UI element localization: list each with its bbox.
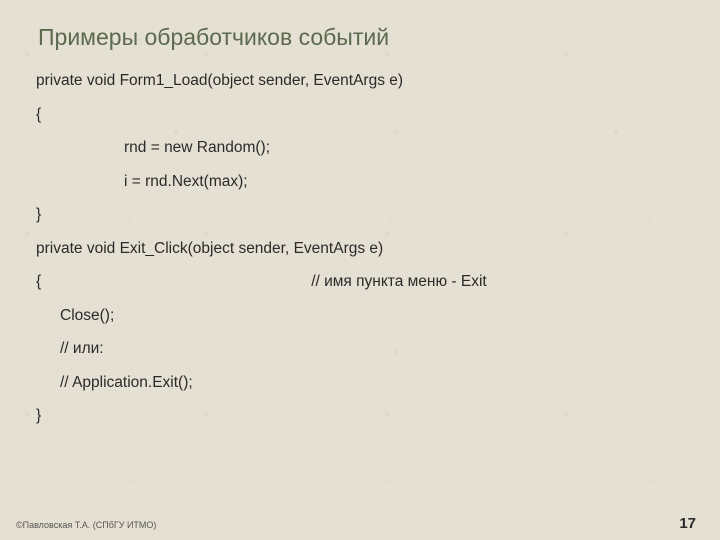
code-line: Close(); [36,308,684,324]
page-number: 17 [679,515,696,532]
code-block: private void Form1_Load(object sender, E… [36,73,684,424]
code-line: } [36,207,684,223]
code-line: // Application.Exit(); [36,375,684,391]
code-line: // или: [36,341,684,357]
slide-title: Примеры обработчиков событий [38,24,684,51]
code-line: rnd = new Random(); [36,140,684,156]
footer-copyright: ©Павловская Т.А. (СПбГУ ИТМО) [16,520,156,530]
code-line: {// имя пункта меню - Exit [36,274,684,290]
code-line: private void Form1_Load(object sender, E… [36,73,684,89]
code-line: private void Exit_Click(object sender, E… [36,241,684,257]
code-comment: // имя пункта меню - Exit [41,274,487,290]
code-line: } [36,408,684,424]
code-line: i = rnd.Next(max); [36,174,684,190]
code-line: { [36,107,684,123]
